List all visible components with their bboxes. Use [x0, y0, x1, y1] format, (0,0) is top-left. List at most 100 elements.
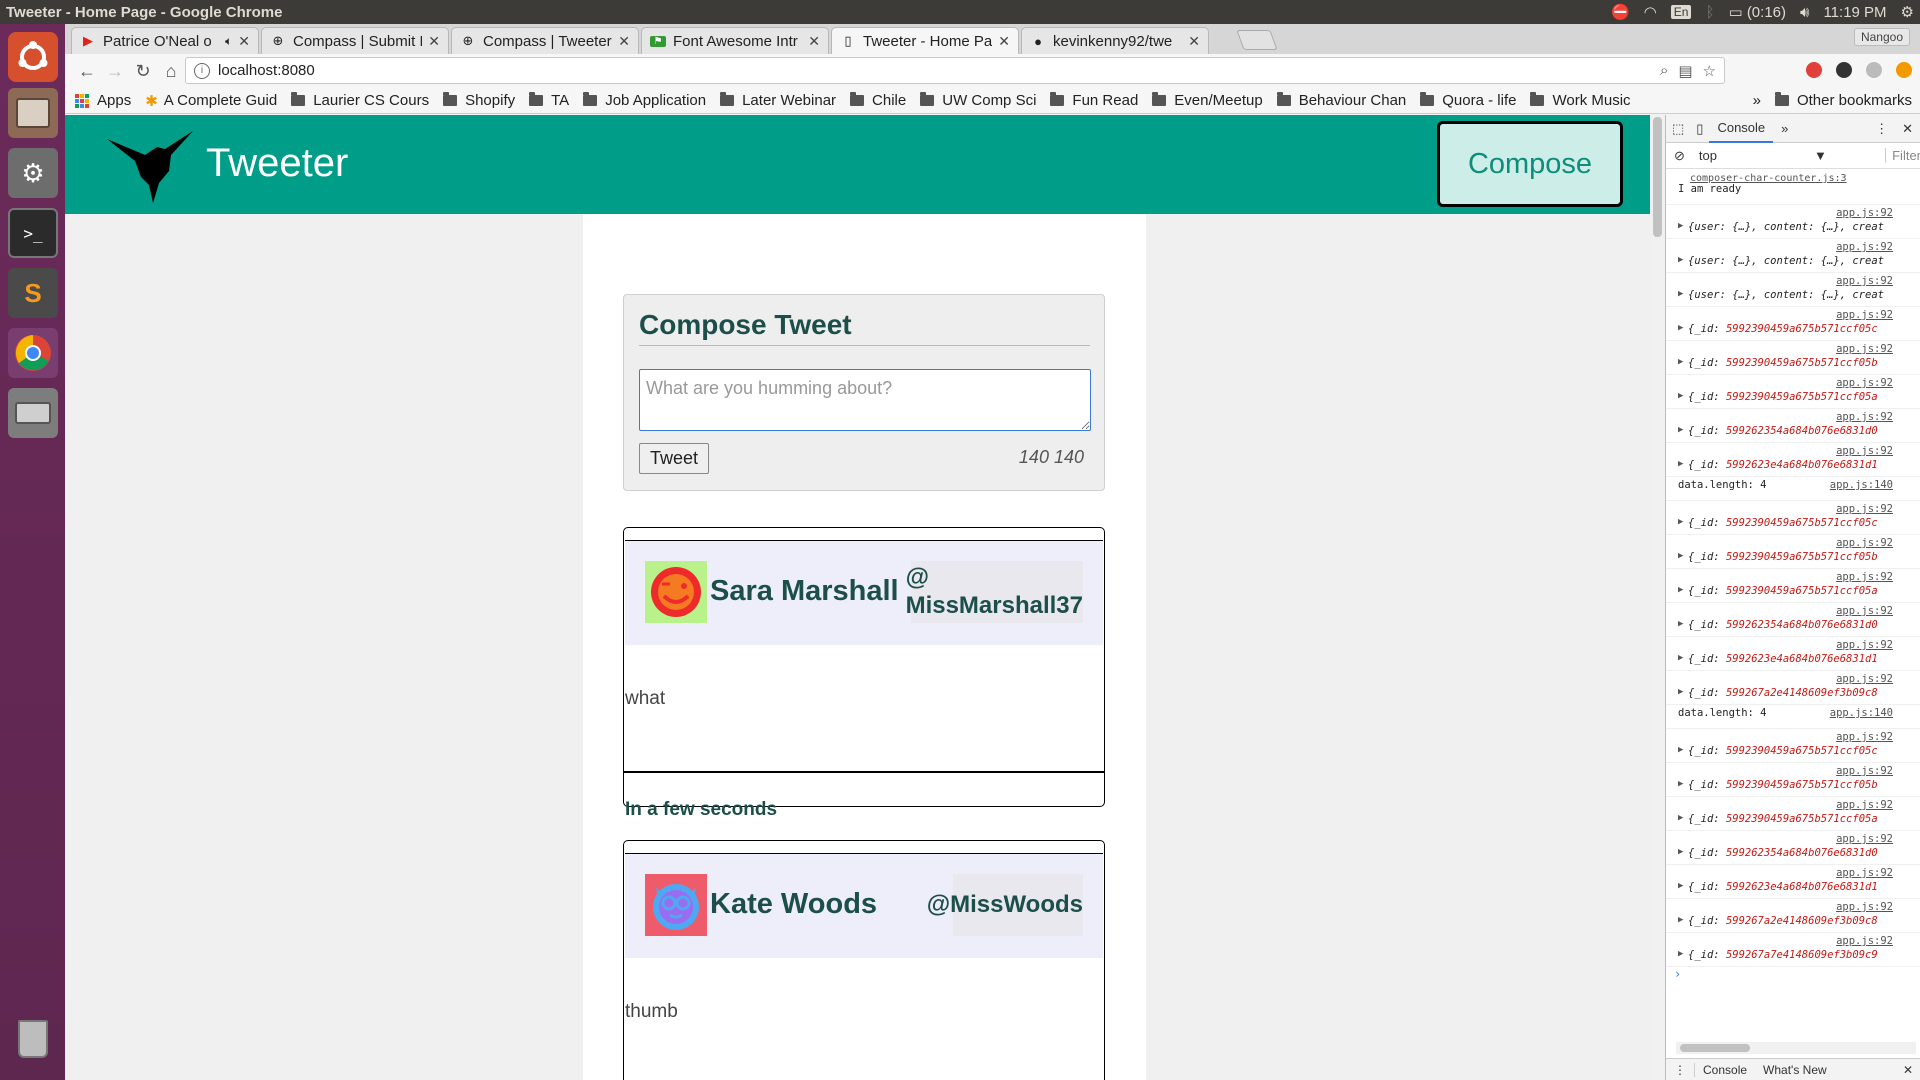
bluetooth-icon[interactable]: ᛒ: [1705, 4, 1714, 21]
log-source-link[interactable]: app.js:140: [1830, 707, 1893, 719]
expand-arrow-icon[interactable]: ▶: [1678, 323, 1683, 333]
log-source-link[interactable]: app.js:92: [1836, 241, 1893, 253]
tweet-submit-button[interactable]: Tweet: [639, 443, 709, 474]
log-source-link[interactable]: app.js:92: [1836, 639, 1893, 651]
expand-arrow-icon[interactable]: ▶: [1678, 779, 1683, 789]
console-log-line[interactable]: app.js:140 data.length: 4: [1666, 705, 1920, 729]
clear-console-icon[interactable]: ⊘: [1666, 148, 1693, 164]
console-prompt[interactable]: ›: [1666, 967, 1920, 987]
system-settings-icon[interactable]: ⚙: [8, 148, 58, 198]
context-selector[interactable]: top ▼: [1693, 148, 1833, 163]
expand-arrow-icon[interactable]: ▶: [1678, 915, 1683, 925]
clock[interactable]: 11:19 PM: [1823, 4, 1886, 21]
close-tab-icon[interactable]: ✕: [238, 33, 250, 50]
bookmark-folder[interactable]: Even/Meetup: [1152, 92, 1263, 109]
log-source-link[interactable]: app.js:92: [1836, 207, 1893, 219]
log-source-link[interactable]: app.js:92: [1836, 571, 1893, 583]
chrome-icon[interactable]: [8, 328, 58, 378]
page-scrollbar[interactable]: [1650, 115, 1665, 1080]
bookmarks-overflow-button[interactable]: »: [1753, 92, 1761, 109]
back-icon[interactable]: ←: [73, 61, 101, 82]
bookmark-folder[interactable]: TA: [529, 92, 569, 109]
adblock-icon[interactable]: [1806, 62, 1822, 78]
log-source-link[interactable]: app.js:92: [1836, 445, 1893, 457]
volume-icon[interactable]: 🔊︎: [1800, 4, 1809, 21]
log-source-link[interactable]: app.js:92: [1836, 935, 1893, 947]
bookmark-item[interactable]: ✱ A Complete Guid: [145, 92, 277, 110]
zoom-icon[interactable]: ⌕: [1660, 62, 1668, 80]
browser-tab[interactable]: ● kevinkenny92/twe ✕: [1021, 27, 1209, 54]
extension-icon[interactable]: [1866, 62, 1882, 78]
trash-icon[interactable]: [8, 1014, 58, 1064]
bookmark-folder[interactable]: Later Webinar: [720, 92, 836, 109]
console-log-line[interactable]: app.js:92 ▶ {_id: 5992390459a675b571ccf05a: [1666, 797, 1920, 831]
bookmark-folder[interactable]: Work Music: [1530, 92, 1631, 109]
expand-arrow-icon[interactable]: ▶: [1678, 745, 1683, 755]
log-source-link[interactable]: app.js:92: [1836, 731, 1893, 743]
tweet-textarea[interactable]: [639, 369, 1091, 431]
more-tabs-button[interactable]: »: [1773, 115, 1796, 143]
close-tab-icon[interactable]: ✕: [618, 33, 630, 50]
expand-arrow-icon[interactable]: ▶: [1678, 255, 1683, 265]
expand-arrow-icon[interactable]: ▶: [1678, 619, 1683, 629]
files-icon[interactable]: [8, 88, 58, 138]
expand-arrow-icon[interactable]: ▶: [1678, 949, 1683, 959]
log-source-link[interactable]: app.js:92: [1836, 537, 1893, 549]
console-log-line[interactable]: app.js:92 ▶ {_id: 5992390459a675b571ccf05a: [1666, 569, 1920, 603]
bookmark-folder[interactable]: Quora - life: [1420, 92, 1516, 109]
keyboard-language[interactable]: En: [1670, 5, 1692, 19]
log-source-link[interactable]: app.js:92: [1836, 411, 1893, 423]
tab-console[interactable]: Console: [1709, 115, 1774, 143]
wifi-icon[interactable]: ◠: [1644, 3, 1657, 21]
log-source-link[interactable]: app.js:92: [1836, 275, 1893, 287]
compose-button[interactable]: Compose: [1437, 121, 1623, 207]
expand-arrow-icon[interactable]: ▶: [1678, 653, 1683, 663]
scrollbar-thumb[interactable]: [1680, 1044, 1750, 1052]
sublime-text-icon[interactable]: S: [8, 268, 58, 318]
expand-arrow-icon[interactable]: ▶: [1678, 289, 1683, 299]
log-source-link[interactable]: app.js:92: [1836, 765, 1893, 777]
bookmark-folder[interactable]: UW Comp Sci: [920, 92, 1036, 109]
console-log-line[interactable]: app.js:92 ▶ {_id: 599267a7e4148609ef3b09c9: [1666, 933, 1920, 967]
console-log-line[interactable]: app.js:92 ▶ {_id: 5992390459a675b571ccf05a: [1666, 375, 1920, 409]
expand-arrow-icon[interactable]: ▶: [1678, 551, 1683, 561]
console-log-line[interactable]: app.js:92 ▶ {_id: 599262354a684b076e6831d0: [1666, 409, 1920, 443]
console-log-line[interactable]: composer-char-counter.js:3 I am ready: [1666, 171, 1920, 205]
expand-arrow-icon[interactable]: ▶: [1678, 425, 1683, 435]
close-tab-icon[interactable]: ✕: [998, 33, 1010, 50]
log-source-link[interactable]: app.js:140: [1830, 479, 1893, 491]
console-log-line[interactable]: app.js:92 ▶ {_id: 5992623e4a684b076e6831d1: [1666, 865, 1920, 899]
other-bookmarks[interactable]: Other bookmarks: [1774, 92, 1912, 109]
expand-arrow-icon[interactable]: ▶: [1678, 391, 1683, 401]
inspect-element-icon[interactable]: ⬚: [1666, 121, 1690, 137]
bookmark-apps[interactable]: Apps: [75, 92, 131, 109]
expand-arrow-icon[interactable]: ▶: [1678, 813, 1683, 823]
no-entry-icon[interactable]: ⛔: [1611, 3, 1630, 21]
browser-tab[interactable]: ⊕ Compass | Tweeter ✕: [451, 27, 639, 54]
kebab-menu-icon[interactable]: ⋮: [1869, 121, 1894, 137]
close-tab-icon[interactable]: ✕: [428, 33, 440, 50]
bookmark-folder[interactable]: Behaviour Chan: [1276, 92, 1406, 109]
ubuntu-dash-icon[interactable]: [8, 32, 58, 82]
bookmark-folder[interactable]: Laurier CS Cours: [291, 92, 429, 109]
bookmark-folder[interactable]: Chile: [850, 92, 906, 109]
browser-tab[interactable]: ⊕ Compass | Submit P ✕: [261, 27, 449, 54]
bookmark-star-icon[interactable]: ☆: [1703, 62, 1716, 80]
translate-icon[interactable]: ▤: [1678, 62, 1692, 80]
expand-arrow-icon[interactable]: ▶: [1678, 687, 1683, 697]
console-log-line[interactable]: app.js:92 ▶ {_id: 5992390459a675b571ccf05b: [1666, 535, 1920, 569]
log-source-link[interactable]: app.js:92: [1836, 799, 1893, 811]
settings-gear-icon[interactable]: ⚙: [1901, 3, 1914, 21]
device-toggle-icon[interactable]: ▯: [1690, 121, 1709, 137]
console-log-line[interactable]: app.js:92 ▶ {_id: 5992623e4a684b076e6831d1: [1666, 637, 1920, 671]
scrollbar-thumb[interactable]: [1653, 117, 1662, 237]
expand-arrow-icon[interactable]: ▶: [1678, 881, 1683, 891]
update-alert-icon[interactable]: [1896, 62, 1912, 78]
log-source-link[interactable]: app.js:92: [1836, 605, 1893, 617]
expand-arrow-icon[interactable]: ▶: [1678, 847, 1683, 857]
console-log-line[interactable]: app.js:92 ▶ {_id: 599267a2e4148609ef3b09c8: [1666, 671, 1920, 705]
console-log-line[interactable]: app.js:92 ▶ {_id: 5992390459a675b571ccf05b: [1666, 341, 1920, 375]
console-log-line[interactable]: app.js:92 ▶ {_id: 5992390459a675b571ccf05c: [1666, 501, 1920, 535]
close-drawer-icon[interactable]: ✕: [1895, 1063, 1920, 1077]
console-log-line[interactable]: app.js:92 ▶ {_id: 599262354a684b076e6831d0: [1666, 831, 1920, 865]
